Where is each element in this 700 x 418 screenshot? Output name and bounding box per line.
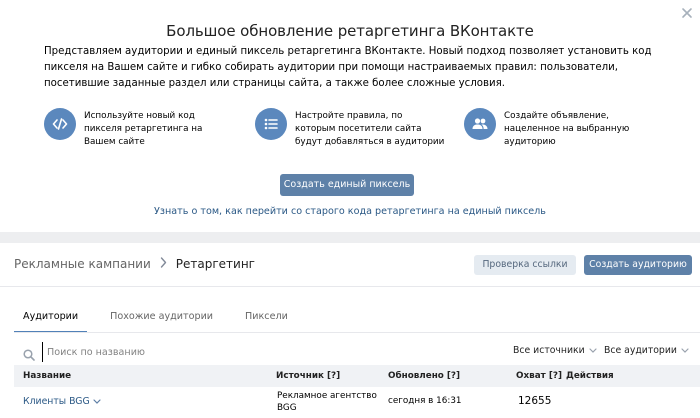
divider: [14, 332, 700, 333]
table-row: Клиенты BGG Рекламное агентство BGG сего…: [14, 387, 700, 418]
migrate-pixel-link[interactable]: Узнать о том, как перейти со старого код…: [0, 206, 700, 217]
audience-source: Рекламное агентство BGG: [277, 391, 377, 413]
column-reach[interactable]: Охват [?]: [516, 371, 562, 381]
code-icon: [44, 108, 76, 140]
list-icon: [255, 108, 287, 140]
column-name[interactable]: Название: [23, 371, 71, 381]
promo-description: Представляем аудитории и единый пиксель …: [44, 46, 652, 89]
breadcrumb-retargeting: Ретаргетинг: [175, 257, 255, 271]
feature-text: Настройте правила, по которым посетители…: [295, 111, 445, 147]
search-input[interactable]: [42, 342, 342, 362]
tab-pixels[interactable]: Пиксели: [236, 311, 297, 333]
retargeting-promo-card: Большое обновление ретаргетинга ВКонтакт…: [0, 0, 700, 232]
create-audience-button[interactable]: Создать аудиторию: [584, 255, 692, 275]
table-header: Название Источник [?] Обновлено [?] Охва…: [14, 365, 700, 387]
audiences-filter-dropdown[interactable]: Все аудитории: [604, 345, 689, 356]
users-icon: [464, 108, 496, 140]
column-actions: Действия: [566, 371, 614, 381]
feature-text: Используйте новый код пикселя ретаргетин…: [84, 111, 203, 147]
chevron-down-icon: [589, 345, 597, 356]
audiences-filter-label: Все аудитории: [604, 345, 677, 356]
sources-filter-dropdown[interactable]: Все источники: [513, 345, 597, 356]
check-link-button[interactable]: Проверка ссылки: [474, 255, 576, 275]
breadcrumb-ad-campaigns[interactable]: Рекламные кампании: [14, 257, 151, 271]
feature-text: Создайте объявление, нацеленное на выбра…: [504, 111, 630, 147]
promo-title: Большое обновление ретаргетинга ВКонтакт…: [166, 22, 534, 40]
sources-filter-label: Все источники: [513, 345, 585, 356]
column-updated[interactable]: Обновлено [?]: [388, 371, 460, 381]
search-icon: [23, 346, 35, 361]
search-bar: Все источники Все аудитории: [14, 339, 700, 365]
audience-updated: сегодня в 16:31: [388, 396, 462, 406]
divider: [0, 286, 700, 287]
tabs: Аудитории Похожие аудитории Пиксели: [14, 311, 311, 333]
close-icon[interactable]: [680, 6, 694, 20]
audience-name-link[interactable]: Клиенты BGG: [23, 396, 101, 407]
tab-lookalike-audiences[interactable]: Похожие аудитории: [101, 311, 222, 333]
breadcrumb: Рекламные кампании Ретаргетинг: [14, 257, 255, 271]
chevron-down-icon: [681, 345, 689, 356]
audience-name: Клиенты BGG: [23, 396, 90, 407]
column-source[interactable]: Источник [?]: [276, 371, 340, 381]
retargeting-panel: Рекламные кампании Ретаргетинг Проверка …: [0, 243, 700, 418]
chevron-right-icon: [160, 257, 167, 271]
chevron-down-icon: [93, 396, 101, 407]
audience-reach: 12655: [518, 395, 552, 407]
tab-audiences[interactable]: Аудитории: [14, 311, 88, 333]
create-pixel-button[interactable]: Создать единый пиксель: [280, 174, 414, 196]
